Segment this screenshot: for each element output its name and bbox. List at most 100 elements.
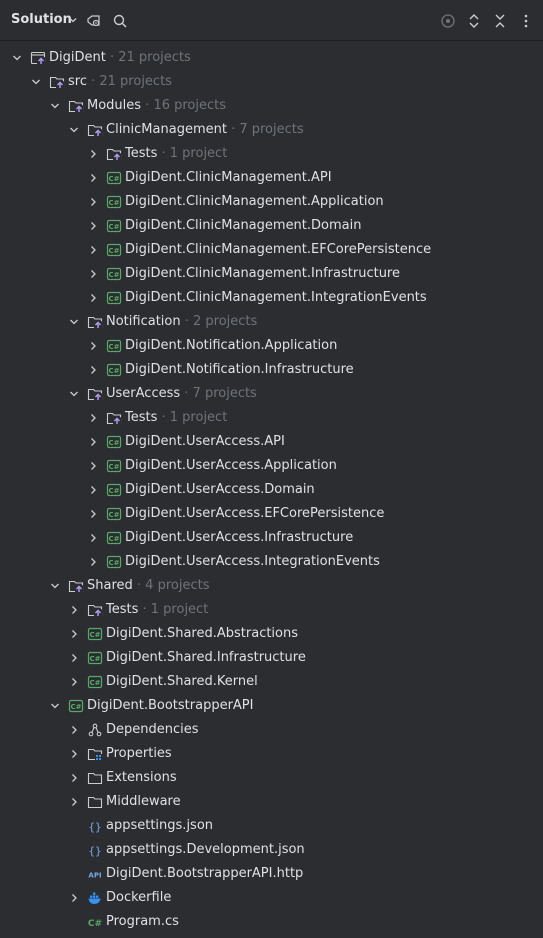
tree-row[interactable]: C# DigiDent.UserAccess.Application	[0, 454, 543, 478]
tree-item-label: Notification · 2 projects	[106, 314, 257, 330]
chevron-down-icon[interactable]	[50, 701, 60, 711]
chevron-down-icon[interactable]	[69, 125, 79, 135]
tree-row[interactable]: Dependencies	[0, 718, 543, 742]
item-name: Shared	[87, 578, 133, 593]
tree-row[interactable]: {} appsettings.Development.json	[0, 838, 543, 862]
chevron-right-icon[interactable]	[88, 245, 98, 255]
chevron-right-icon[interactable]	[69, 677, 79, 687]
tree-row[interactable]: {} appsettings.json	[0, 814, 543, 838]
svg-text:C#: C#	[108, 295, 119, 303]
solution-title[interactable]: Solution	[11, 12, 72, 27]
chevron-right-icon[interactable]	[69, 797, 79, 807]
chevron-right-icon[interactable]	[88, 197, 98, 207]
search-icon[interactable]	[111, 12, 129, 30]
chevron-right-icon[interactable]	[69, 629, 79, 639]
tree-row[interactable]: Tests · 1 project	[0, 406, 543, 430]
chevron-down-icon[interactable]	[50, 581, 60, 591]
chevron-right-icon[interactable]	[88, 365, 98, 375]
chevron-right-icon[interactable]	[69, 773, 79, 783]
chevron-right-icon[interactable]	[88, 293, 98, 303]
expand-collapse-icon[interactable]	[465, 12, 483, 30]
tree-item-label: DigiDent.ClinicManagement.Domain	[125, 218, 361, 234]
item-name: appsettings.Development.json	[106, 842, 305, 857]
tree-row[interactable]: C# DigiDent.ClinicManagement.IntegrationE…	[0, 286, 543, 310]
chevron-right-icon[interactable]	[88, 221, 98, 231]
svg-text:C#: C#	[108, 175, 119, 183]
item-name: Middleware	[106, 794, 181, 809]
tree-item-label: DigiDent.ClinicManagement.API	[125, 170, 332, 186]
tree-row[interactable]: Tests · 1 project	[0, 142, 543, 166]
tree-row[interactable]: C# DigiDent.Shared.Infrastructure	[0, 646, 543, 670]
tree-row[interactable]: Extensions	[0, 766, 543, 790]
chevron-right-icon[interactable]	[88, 485, 98, 495]
tree-row[interactable]: C# DigiDent.Notification.Application	[0, 334, 543, 358]
tree-row[interactable]: C# DigiDent.Shared.Kernel	[0, 670, 543, 694]
more-options-icon[interactable]	[517, 12, 535, 30]
chevron-right-icon[interactable]	[88, 437, 98, 447]
chevron-right-icon[interactable]	[69, 749, 79, 759]
svg-text:C#: C#	[108, 559, 119, 567]
tree-row[interactable]: Middleware	[0, 790, 543, 814]
item-name: Tests	[125, 410, 158, 425]
tree-row[interactable]: C# Program.cs	[0, 910, 543, 934]
chevron-right-icon[interactable]	[69, 653, 79, 663]
locate-icon[interactable]	[439, 12, 457, 30]
item-name: Dependencies	[106, 722, 199, 737]
tree-row[interactable]: C# DigiDent.UserAccess.Domain	[0, 478, 543, 502]
item-name: DigiDent.BootstrapperAPI.http	[106, 866, 304, 881]
chevron-right-icon[interactable]	[88, 149, 98, 159]
tree-row[interactable]: Properties	[0, 742, 543, 766]
tree-row[interactable]: DigiDent · 21 projects	[0, 46, 543, 70]
chevron-right-icon[interactable]	[69, 893, 79, 903]
solution-folder-icon	[87, 316, 103, 329]
chevron-right-icon[interactable]	[88, 557, 98, 567]
tree-row[interactable]: C# DigiDent.UserAccess.Infrastructure	[0, 526, 543, 550]
tree-row[interactable]: C# DigiDent.ClinicManagement.Application	[0, 190, 543, 214]
tree-row[interactable]: C# DigiDent.Notification.Infrastructure	[0, 358, 543, 382]
tree-item-label: DigiDent.ClinicManagement.Infrastructure	[125, 266, 400, 282]
chevron-right-icon[interactable]	[88, 341, 98, 351]
tree-row[interactable]: Modules · 16 projects	[0, 94, 543, 118]
item-name: DigiDent.Shared.Abstractions	[106, 626, 299, 641]
chevron-down-icon[interactable]	[69, 317, 79, 327]
tree-row[interactable]: Tests · 1 project	[0, 598, 543, 622]
chevron-down-icon[interactable]	[12, 53, 22, 63]
chevron-right-icon[interactable]	[69, 725, 79, 735]
chevron-down-icon[interactable]	[31, 77, 41, 87]
tree-row[interactable]: C# DigiDent.UserAccess.EFCorePersistence	[0, 502, 543, 526]
tree-item-label: src · 21 projects	[68, 74, 172, 90]
chevron-right-icon[interactable]	[69, 605, 79, 615]
tree-row[interactable]: C# DigiDent.ClinicManagement.API	[0, 166, 543, 190]
chevron-down-icon[interactable]	[50, 101, 60, 111]
chevron-right-icon[interactable]	[88, 461, 98, 471]
tree-row[interactable]: Notification · 2 projects	[0, 310, 543, 334]
collapse-all-icon[interactable]	[491, 12, 509, 30]
tree-row[interactable]: Dockerfile	[0, 886, 543, 910]
tree-row[interactable]: src · 21 projects	[0, 70, 543, 94]
csharp-project-icon: C#	[106, 507, 122, 521]
svg-text:{}: {}	[88, 845, 101, 858]
csharp-project-icon: C#	[106, 267, 122, 281]
chevron-right-icon[interactable]	[88, 269, 98, 279]
tree-row[interactable]: C# DigiDent.BootstrapperAPI	[0, 694, 543, 718]
tree-row[interactable]: ClinicManagement · 7 projects	[0, 118, 543, 142]
chevron-down-icon[interactable]	[69, 389, 79, 399]
chevron-right-icon[interactable]	[88, 173, 98, 183]
tree-row[interactable]: C# DigiDent.Shared.Abstractions	[0, 622, 543, 646]
chevron-right-icon[interactable]	[88, 533, 98, 543]
tree-row[interactable]: C# DigiDent.ClinicManagement.Domain	[0, 214, 543, 238]
chevron-right-icon[interactable]	[88, 413, 98, 423]
chevron-right-icon[interactable]	[88, 509, 98, 519]
tree-row[interactable]: C# DigiDent.ClinicManagement.EFCorePersis…	[0, 238, 543, 262]
tree-row[interactable]: UserAccess · 7 projects	[0, 382, 543, 406]
tree-row[interactable]: C# DigiDent.UserAccess.API	[0, 430, 543, 454]
tree-row[interactable]: Shared · 4 projects	[0, 574, 543, 598]
chevron-down-icon[interactable]	[68, 15, 78, 25]
tree-row[interactable]: C# DigiDent.ClinicManagement.Infrastructu…	[0, 262, 543, 286]
solution-filter-icon[interactable]	[85, 12, 103, 30]
tree-row[interactable]: API DigiDent.BootstrapperAPI.http	[0, 862, 543, 886]
tree-row[interactable]: C# DigiDent.UserAccess.IntegrationEvents	[0, 550, 543, 574]
project-count: · 2 projects	[180, 314, 258, 329]
svg-text:C#: C#	[108, 487, 119, 495]
project-count: · 1 project	[157, 410, 228, 425]
